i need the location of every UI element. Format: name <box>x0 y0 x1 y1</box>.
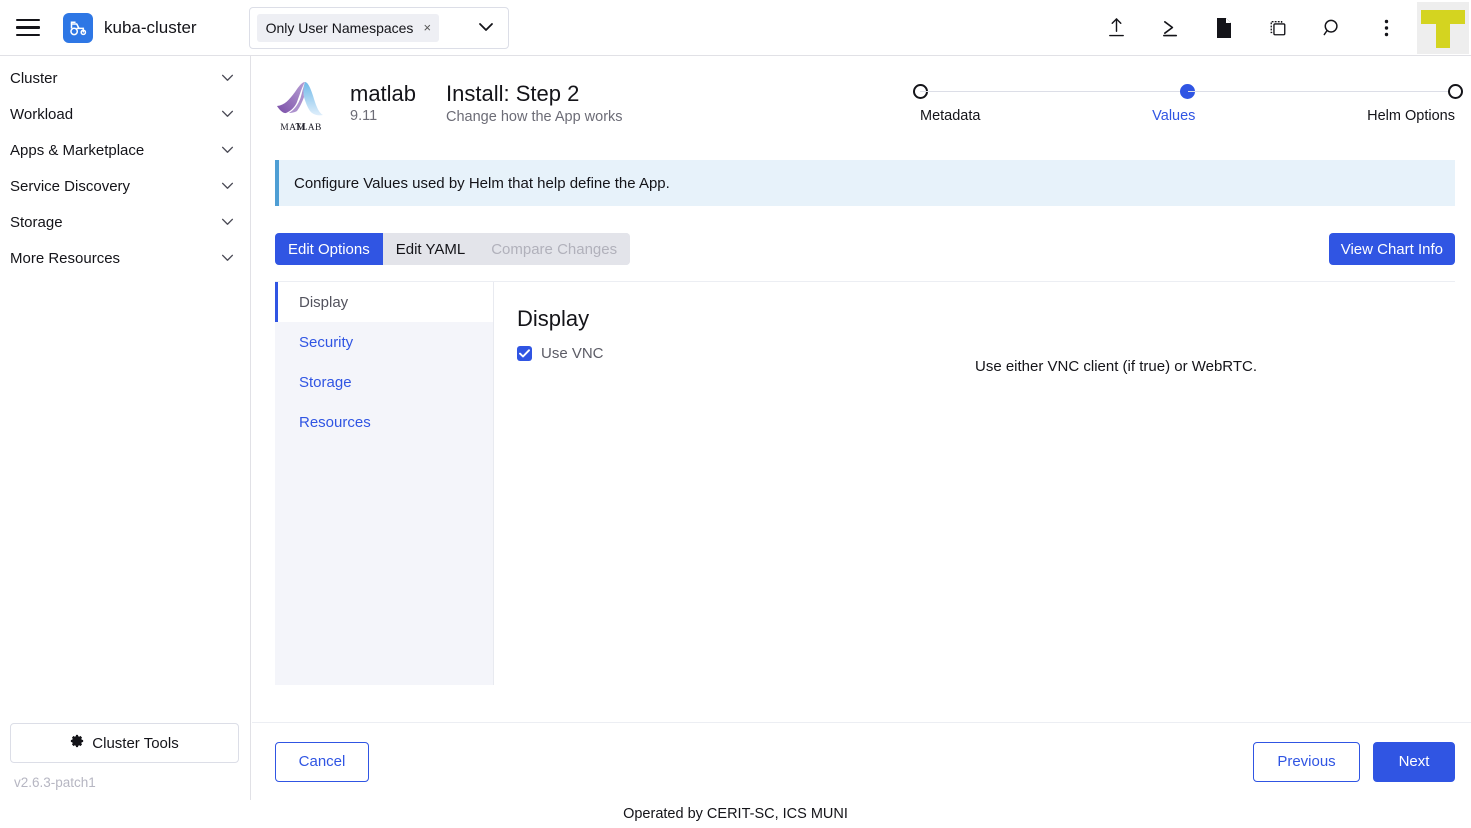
svg-text:MATLAB: MATLAB <box>280 123 321 133</box>
sidebar-item-storage[interactable]: Storage <box>0 204 250 240</box>
sidebar-footer: Cluster Tools v2.6.3-patch1 <box>0 723 251 800</box>
editor-mode-tabs: Edit Options Edit YAML Compare Changes <box>275 233 630 265</box>
namespace-filter-pill[interactable]: Only User Namespaces × <box>257 14 439 42</box>
values-pane-display: Display Use VNC Use either VNC client (i… <box>494 282 1455 685</box>
section-title: Display <box>517 306 1455 332</box>
chevron-down-icon <box>221 180 234 192</box>
app-chart-version: 9.11 <box>350 108 446 124</box>
search-icon[interactable] <box>1305 0 1359 56</box>
sidebar-item-apps-marketplace[interactable]: Apps & Marketplace <box>0 132 250 168</box>
stepper-label-helm-options[interactable]: Helm Options <box>1367 108 1455 124</box>
sidebar-item-label: Storage <box>10 214 221 231</box>
import-yaml-icon[interactable] <box>1089 0 1143 56</box>
previous-button[interactable]: Previous <box>1253 742 1360 782</box>
cluster-name-label: kuba-cluster <box>104 18 197 38</box>
cluster-tractor-icon <box>63 13 93 43</box>
values-editor: Display Security Storage Resources Displ… <box>275 281 1455 685</box>
editor-mode-tabs-row: Edit Options Edit YAML Compare Changes V… <box>275 233 1455 265</box>
namespace-filter-remove-icon[interactable]: × <box>423 21 431 34</box>
sidebar-item-label: Workload <box>10 106 221 123</box>
main-content: M MATLAB matlab 9.11 Install: Step 2 Cha… <box>252 56 1471 800</box>
sidebar-item-service-discovery[interactable]: Service Discovery <box>0 168 250 204</box>
top-bar-actions <box>1089 0 1471 56</box>
top-bar: kuba-cluster Only User Namespaces × <box>0 0 1471 56</box>
sidebar-item-display[interactable]: Display <box>275 282 493 322</box>
install-stepper: Metadata Values Helm Options <box>920 77 1455 124</box>
sidebar-item-label: Apps & Marketplace <box>10 142 221 159</box>
copy-kubeconfig-icon[interactable] <box>1251 0 1305 56</box>
stepper-dot-helm-options[interactable] <box>1448 84 1463 99</box>
sidebar-item-cluster[interactable]: Cluster <box>0 60 250 96</box>
page-footer-text: Operated by CERIT-SC, ICS MUNI <box>623 806 848 822</box>
hamburger-menu-icon[interactable] <box>0 0 56 56</box>
stepper-connector <box>920 91 1188 92</box>
namespace-filter-pill-label: Only User Namespaces <box>266 20 414 36</box>
cancel-button[interactable]: Cancel <box>275 742 369 782</box>
page-subtitle: Change how the App works <box>446 109 623 125</box>
sidebar-item-security[interactable]: Security <box>275 322 493 362</box>
sidebar-item-label: Service Discovery <box>10 178 221 195</box>
matlab-logo: M MATLAB <box>275 80 327 134</box>
chevron-down-icon <box>221 216 234 228</box>
sidebar-item-more-resources[interactable]: More Resources <box>0 240 250 276</box>
cluster-tools-label: Cluster Tools <box>92 735 178 752</box>
sidebar: Cluster Workload Apps & Marketplace Serv… <box>0 56 251 800</box>
chevron-down-icon[interactable] <box>478 19 494 37</box>
tab-edit-options[interactable]: Edit Options <box>275 233 383 265</box>
use-vnc-help-text: Use either VNC client (if true) or WebRT… <box>975 358 1257 375</box>
kebab-menu-icon[interactable] <box>1359 0 1413 56</box>
tab-edit-yaml[interactable]: Edit YAML <box>383 233 478 265</box>
stepper-label-metadata[interactable]: Metadata <box>920 108 980 124</box>
chevron-down-icon <box>221 72 234 84</box>
gear-icon <box>70 734 84 752</box>
sidebar-item-resources[interactable]: Resources <box>275 402 493 442</box>
use-vnc-label: Use VNC <box>541 345 604 362</box>
next-button[interactable]: Next <box>1373 742 1455 782</box>
chevron-down-icon <box>221 108 234 120</box>
app-name: matlab <box>350 81 446 106</box>
cluster-tools-button[interactable]: Cluster Tools <box>10 723 239 763</box>
chevron-down-icon <box>221 144 234 156</box>
checkmark-icon[interactable] <box>517 346 532 361</box>
use-vnc-checkbox-field[interactable]: Use VNC <box>517 345 857 362</box>
view-chart-info-button[interactable]: View Chart Info <box>1329 233 1455 265</box>
sidebar-item-workload[interactable]: Workload <box>0 96 250 132</box>
app-header: M MATLAB matlab 9.11 Install: Step 2 Cha… <box>275 74 1455 142</box>
namespace-filter-dropdown[interactable]: Only User Namespaces × <box>249 7 509 49</box>
app-title-block: matlab 9.11 Install: Step 2 Change how t… <box>350 77 623 125</box>
info-banner-text: Configure Values used by Helm that help … <box>294 175 670 192</box>
kubectl-shell-icon[interactable] <box>1143 0 1197 56</box>
stepper-connector <box>1188 91 1456 92</box>
stepper-label-values[interactable]: Values <box>1152 108 1195 124</box>
values-section-tabs: Display Security Storage Resources <box>275 282 494 685</box>
info-banner: Configure Values used by Helm that help … <box>275 160 1455 206</box>
sidebar-item-label: Cluster <box>10 70 221 87</box>
page-title: Install: Step 2 <box>446 81 623 106</box>
sidebar-item-storage[interactable]: Storage <box>275 362 493 402</box>
field-row-use-vnc: Use VNC Use either VNC client (if true) … <box>517 345 1455 375</box>
sidebar-item-label: More Resources <box>10 250 221 267</box>
chevron-down-icon <box>221 252 234 264</box>
cerit-sc-cross-logo <box>1417 2 1469 54</box>
app-version-label: v2.6.3-patch1 <box>10 775 241 790</box>
wizard-footer-actions: Cancel Previous Next <box>252 722 1471 800</box>
tab-compare-changes: Compare Changes <box>478 233 630 265</box>
docs-file-icon[interactable] <box>1197 0 1251 56</box>
page-footer: Operated by CERIT-SC, ICS MUNI <box>0 800 1471 828</box>
